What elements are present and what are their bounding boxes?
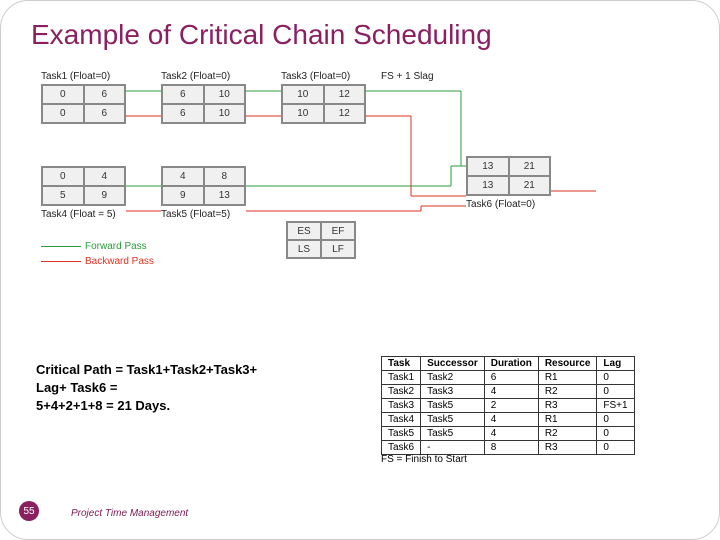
task1-ef: 6 bbox=[84, 85, 126, 104]
task4-ls: 5 bbox=[42, 186, 84, 205]
task3-block: Task3 (Float=0) 10 12 10 12 bbox=[281, 71, 366, 124]
task2-es: 6 bbox=[162, 85, 204, 104]
footer-text: Project Time Management bbox=[71, 508, 188, 519]
task2-lf: 10 bbox=[204, 104, 246, 123]
task5-es: 4 bbox=[162, 167, 204, 186]
task5-ls: 9 bbox=[162, 186, 204, 205]
legend-lf: LF bbox=[321, 240, 355, 258]
task6-ls: 13 bbox=[467, 176, 509, 195]
task1-label: Task1 (Float=0) bbox=[41, 71, 126, 82]
task1-block: Task1 (Float=0) 0 6 0 6 bbox=[41, 71, 126, 124]
backward-pass-label: Backward Pass bbox=[85, 256, 154, 267]
task6-label: Task6 (Float=0) bbox=[466, 199, 551, 210]
task3-ls: 10 bbox=[282, 104, 324, 123]
task6-lf: 21 bbox=[509, 176, 551, 195]
task5-label: Task5 (Float=5) bbox=[161, 209, 246, 220]
task4-lf: 9 bbox=[84, 186, 126, 205]
fs-note: FS = Finish to Start bbox=[381, 454, 467, 465]
legend-box: ES EF LS LF bbox=[286, 221, 356, 259]
task5-ef: 8 bbox=[204, 167, 246, 186]
task6-es: 13 bbox=[467, 157, 509, 176]
critical-path-text: Critical Path = Task1+Task2+Task3+ Lag+ … bbox=[36, 361, 296, 416]
task1-ls: 0 bbox=[42, 104, 84, 123]
task4-block: 0 4 5 9 Task4 (Float = 5) bbox=[41, 166, 126, 222]
legend-es: ES bbox=[287, 222, 321, 240]
table-header: Resource bbox=[538, 357, 597, 371]
table-header: Lag bbox=[597, 357, 634, 371]
table-row: Task1Task26R10 bbox=[382, 371, 635, 385]
task5-lf: 13 bbox=[204, 186, 246, 205]
slide-title: Example of Critical Chain Scheduling bbox=[1, 1, 719, 51]
table-row: Task5Task54R20 bbox=[382, 427, 635, 441]
task5-block: 4 8 9 13 Task5 (Float=5) bbox=[161, 166, 246, 222]
diagram-area: Task1 (Float=0) 0 6 0 6 Task2 (Float=0) … bbox=[41, 61, 601, 321]
table-header: Successor bbox=[421, 357, 485, 371]
task4-es: 0 bbox=[42, 167, 84, 186]
task2-label: Task2 (Float=0) bbox=[161, 71, 246, 82]
task4-label: Task4 (Float = 5) bbox=[41, 209, 126, 220]
forward-pass-label: Forward Pass bbox=[85, 241, 147, 252]
task2-block: Task2 (Float=0) 6 10 6 10 bbox=[161, 71, 246, 124]
table-header: Duration bbox=[484, 357, 538, 371]
table-row: Task3Task52R3FS+1 bbox=[382, 399, 635, 413]
task4-ef: 4 bbox=[84, 167, 126, 186]
task3-ef: 12 bbox=[324, 85, 366, 104]
table-header: Task bbox=[382, 357, 421, 371]
task3-label: Task3 (Float=0) bbox=[281, 71, 366, 82]
task1-es: 0 bbox=[42, 85, 84, 104]
task3-es: 10 bbox=[282, 85, 324, 104]
table-row: Task6-8R30 bbox=[382, 441, 635, 455]
task2-ef: 10 bbox=[204, 85, 246, 104]
task3-lf: 12 bbox=[324, 104, 366, 123]
task1-lf: 6 bbox=[84, 104, 126, 123]
fs-slag-label: FS + 1 Slag bbox=[381, 71, 434, 84]
task6-block: 13 21 13 21 Task6 (Float=0) bbox=[466, 156, 551, 212]
slide-number: 55 bbox=[19, 501, 39, 521]
legend-ef: EF bbox=[321, 222, 355, 240]
table-row: Task4Task54R10 bbox=[382, 413, 635, 427]
task6-ef: 21 bbox=[509, 157, 551, 176]
task-summary-table: TaskSuccessorDurationResourceLag Task1Ta… bbox=[381, 356, 635, 455]
task2-ls: 6 bbox=[162, 104, 204, 123]
table-row: Task2Task34R20 bbox=[382, 385, 635, 399]
legend-ls: LS bbox=[287, 240, 321, 258]
pass-legend: Forward Pass Backward Pass bbox=[41, 241, 154, 267]
